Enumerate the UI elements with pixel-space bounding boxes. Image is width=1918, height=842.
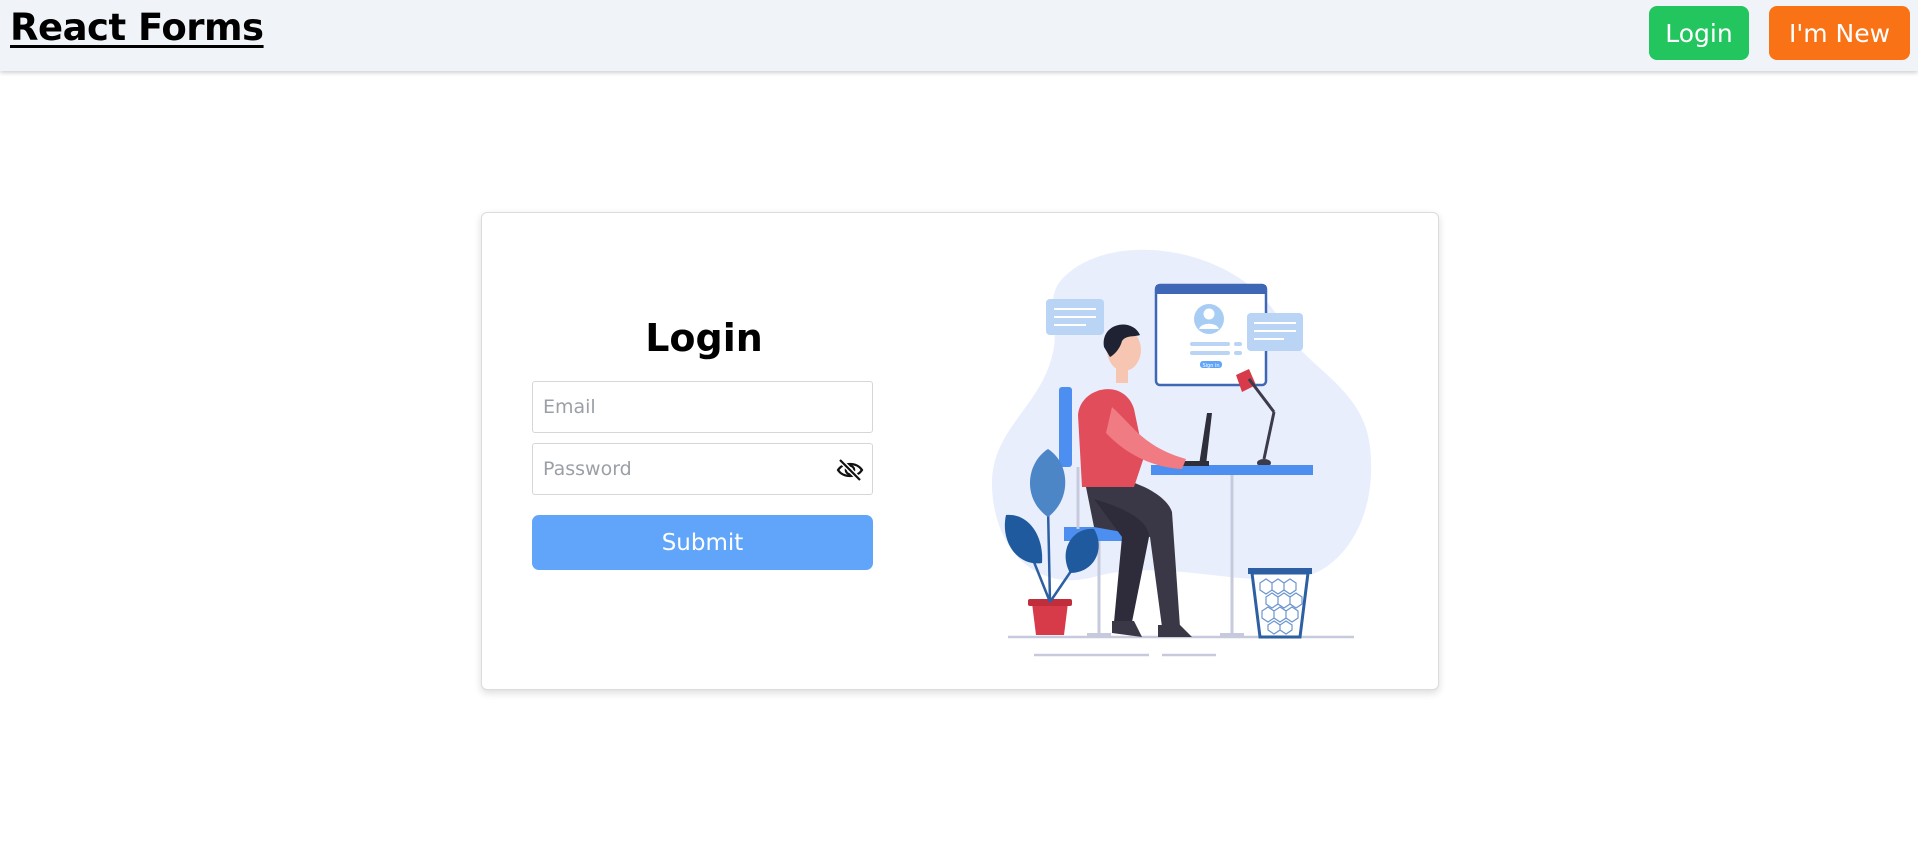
nav-new-user-button[interactable]: I'm New xyxy=(1769,6,1910,60)
password-field-wrapper xyxy=(532,443,873,495)
submit-button[interactable]: Submit xyxy=(532,515,873,570)
password-field[interactable] xyxy=(533,444,872,494)
login-card: Login Submit xyxy=(481,212,1439,690)
email-field[interactable] xyxy=(533,382,872,432)
email-field-wrapper xyxy=(532,381,873,433)
form-title: Login xyxy=(645,316,763,360)
eye-slash-icon[interactable] xyxy=(836,457,864,483)
screen-signin-text: Sign in xyxy=(1202,363,1219,369)
nav-login-button[interactable]: Login xyxy=(1649,6,1749,60)
brand-link[interactable]: React Forms xyxy=(10,6,264,49)
person-at-desk-illustration: Sign in xyxy=(991,249,1372,657)
navbar: React Forms Login I'm New xyxy=(0,0,1918,71)
